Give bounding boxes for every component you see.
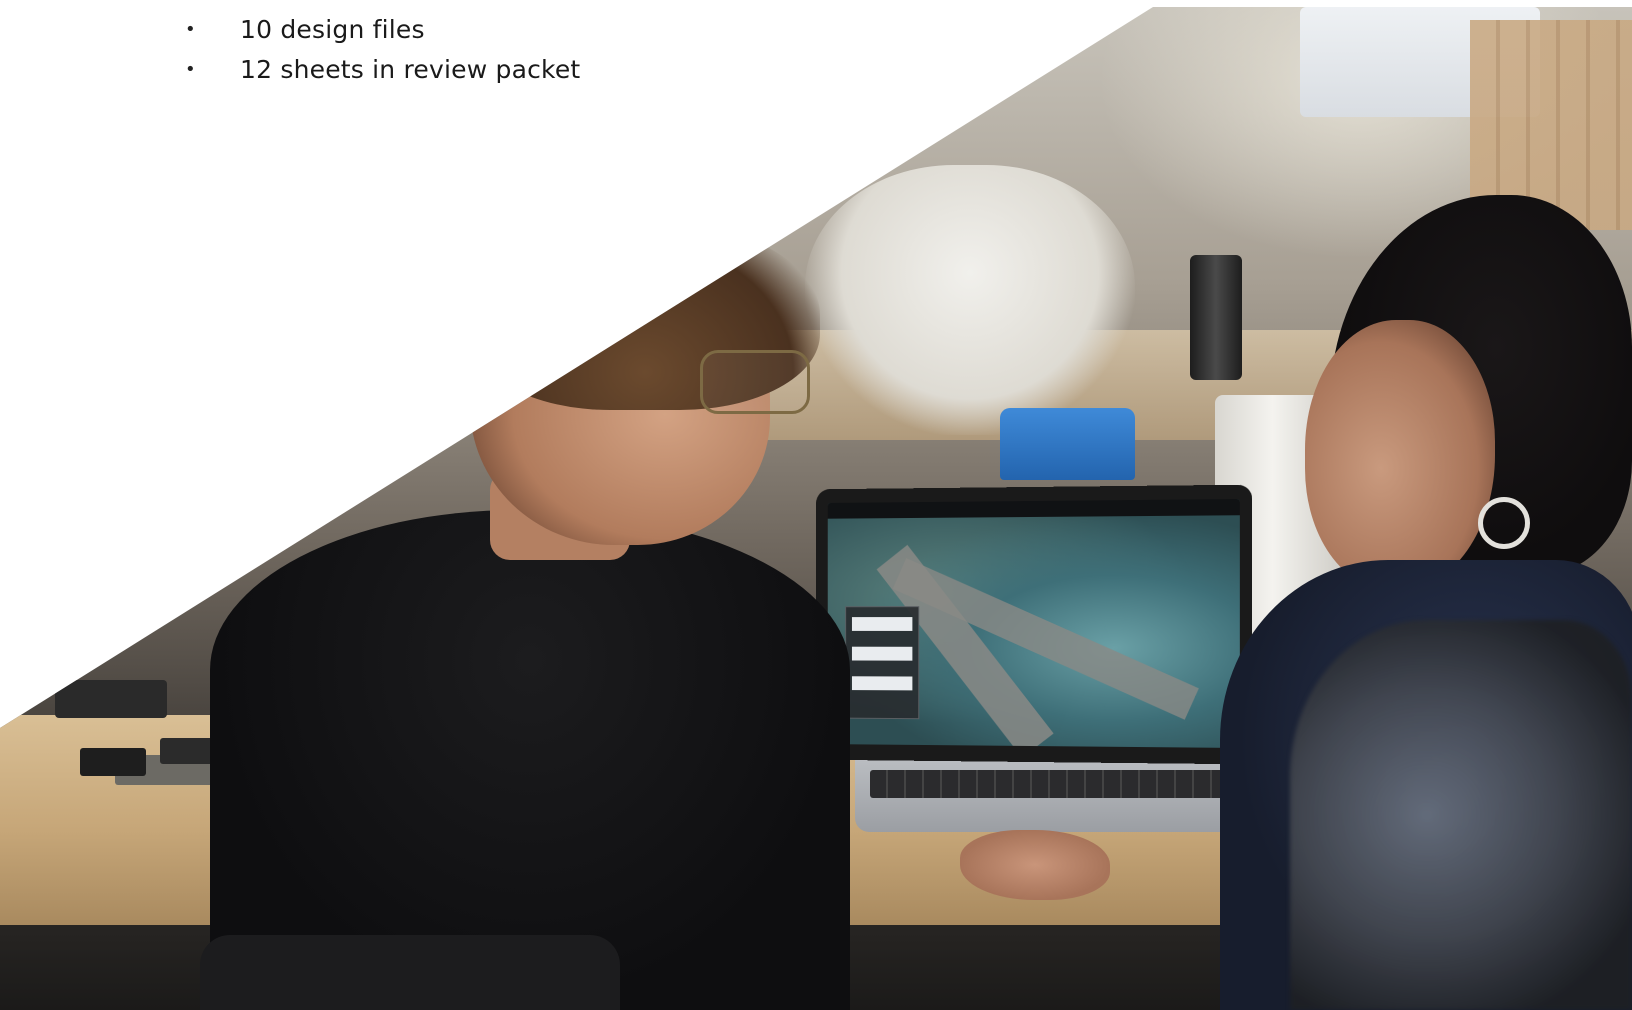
glasses — [700, 350, 810, 414]
bullet-icon: • — [185, 10, 199, 50]
bullet-icon: • — [185, 50, 199, 90]
list-item-text: 12 sheets in review packet — [240, 50, 580, 90]
foreground-object — [1290, 620, 1632, 1010]
background-person — [805, 165, 1135, 435]
office-photo — [0, 0, 1632, 1010]
earring — [1478, 497, 1530, 549]
card — [80, 748, 146, 776]
hand — [960, 830, 1110, 900]
tumbler — [1190, 255, 1242, 380]
screen-panel-row — [852, 617, 912, 631]
page: • 10 design files • 12 sheets in review … — [0, 0, 1632, 1010]
chair-back — [200, 935, 620, 1010]
device — [55, 680, 167, 718]
woman-head — [1305, 320, 1495, 590]
screen-panel — [845, 606, 919, 719]
screen-panel-row — [852, 647, 912, 661]
laptop-keyboard — [870, 770, 1260, 798]
list-item-text: 10 design files — [240, 10, 425, 50]
laptop — [816, 485, 1252, 765]
screen-toolbar — [828, 499, 1240, 519]
screen-panel-row — [852, 676, 912, 690]
laptop-screen — [828, 499, 1240, 748]
blue-container — [1000, 408, 1135, 480]
